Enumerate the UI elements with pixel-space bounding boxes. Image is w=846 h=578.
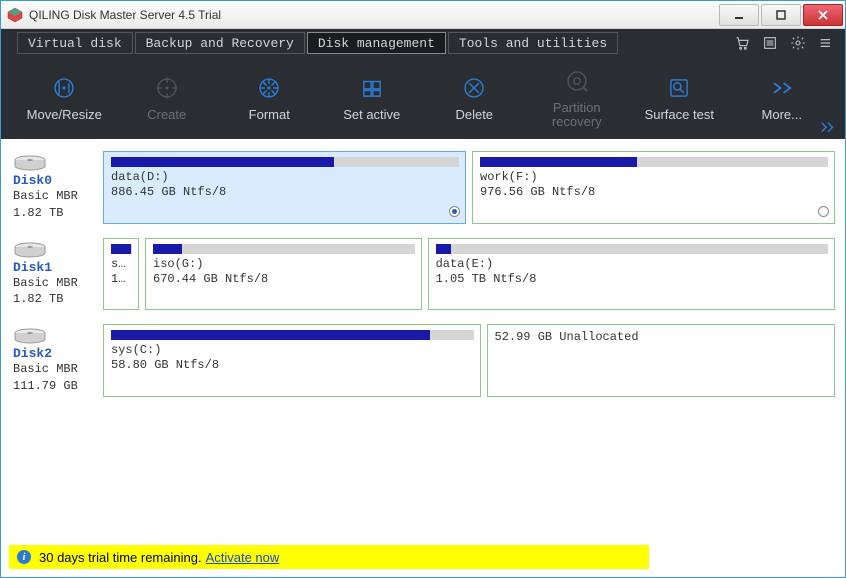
move-resize-icon: [50, 74, 78, 102]
toolbar: Move/Resize Create Format Set active Delete P…: [1, 57, 845, 139]
usage-bar: [111, 330, 474, 340]
disk-size: 1.82 TB: [13, 205, 99, 222]
toolbar-label: Delete: [455, 108, 493, 123]
partition-label: sys(C:): [111, 343, 474, 358]
disk-list: Disk0Basic MBR1.82 TBdata(D:)886.45 GB N…: [1, 139, 845, 549]
disk-size: 1.82 TB: [13, 291, 99, 308]
tab-virtual-disk[interactable]: Virtual disk: [17, 32, 133, 54]
more-icon: [768, 74, 796, 102]
partition-label: iso(G:): [153, 257, 415, 272]
partition-label: work(F:): [480, 170, 828, 185]
set-active-button[interactable]: Set active: [321, 74, 424, 123]
toolbar-label: Set active: [343, 108, 400, 123]
gear-icon[interactable]: [787, 32, 809, 54]
format-button[interactable]: Format: [218, 74, 321, 123]
disk-row: Disk0Basic MBR1.82 TBdata(D:)886.45 GB N…: [11, 151, 835, 224]
disk-name: Disk1: [13, 260, 99, 275]
trial-status-bar: i 30 days trial time remaining. Activate…: [9, 545, 649, 569]
disk-type: Basic MBR: [13, 361, 99, 378]
usage-bar: [153, 244, 415, 254]
maximize-button[interactable]: [761, 4, 801, 26]
tab-backup-and-recovery[interactable]: Backup and Recovery: [135, 32, 305, 54]
partition[interactable]: data(D:)886.45 GB Ntfs/8: [103, 151, 466, 224]
disk-info: Disk1Basic MBR1.82 TB: [11, 238, 103, 311]
move-resize-button[interactable]: Move/Resize: [13, 74, 116, 123]
drive-icon: [13, 326, 49, 346]
toolbar-label: Partition recovery: [552, 101, 602, 130]
disk-size: 111.79 GB: [13, 378, 99, 395]
set-active-icon: [358, 74, 386, 102]
partition-size: 1.05 TB Ntfs/8: [436, 272, 828, 287]
partition-recovery-button: Partition recovery: [526, 67, 629, 130]
disk-name: Disk0: [13, 173, 99, 188]
partition-radio[interactable]: [449, 206, 460, 217]
expand-icon[interactable]: [819, 121, 837, 135]
partition[interactable]: iso(G:)670.44 GB Ntfs/8: [145, 238, 422, 311]
close-button[interactable]: [803, 4, 843, 26]
disk-row: Disk1Basic MBR1.82 TBs...1...iso(G:)670.…: [11, 238, 835, 311]
partition-label: 52.99 GB Unallocated: [495, 330, 829, 345]
partition[interactable]: s...1...: [103, 238, 139, 311]
partition[interactable]: sys(C:)58.80 GB Ntfs/8: [103, 324, 481, 397]
usage-bar: [111, 157, 459, 167]
menu-bar: Virtual diskBackup and RecoveryDisk mana…: [1, 29, 845, 57]
info-icon: i: [17, 550, 31, 564]
drive-icon: [13, 240, 49, 260]
disk-info: Disk2Basic MBR111.79 GB: [11, 324, 103, 397]
partition-recovery-icon: [563, 67, 591, 95]
activate-link[interactable]: Activate now: [206, 550, 280, 565]
usage-bar: [111, 244, 132, 254]
partition-label: s...: [111, 257, 132, 272]
trial-status-text: 30 days trial time remaining.: [39, 550, 202, 565]
more-button[interactable]: More...: [731, 74, 834, 123]
title-bar: QILING Disk Master Server 4.5 Trial: [1, 1, 845, 29]
partition[interactable]: data(E:)1.05 TB Ntfs/8: [428, 238, 835, 311]
partition-label: data(E:): [436, 257, 828, 272]
partition-size: 1...: [111, 272, 132, 287]
toolbar-label: Move/Resize: [27, 108, 102, 123]
drive-icon: [13, 153, 49, 173]
toolbar-label: More...: [762, 108, 802, 123]
delete-button[interactable]: Delete: [423, 74, 526, 123]
menu-drop-icon[interactable]: [815, 32, 837, 54]
delete-icon: [460, 74, 488, 102]
list-icon[interactable]: [759, 32, 781, 54]
toolbar-label: Format: [249, 108, 290, 123]
app-logo-icon: [7, 7, 23, 23]
disk-info: Disk0Basic MBR1.82 TB: [11, 151, 103, 224]
disk-type: Basic MBR: [13, 188, 99, 205]
format-icon: [255, 74, 283, 102]
partition-size: 886.45 GB Ntfs/8: [111, 185, 459, 200]
partition[interactable]: 52.99 GB Unallocated: [487, 324, 836, 397]
surface-test-button[interactable]: Surface test: [628, 74, 731, 123]
cart-icon[interactable]: [731, 32, 753, 54]
toolbar-label: Surface test: [645, 108, 714, 123]
disk-row: Disk2Basic MBR111.79 GBsys(C:)58.80 GB N…: [11, 324, 835, 397]
tab-tools-and-utilities[interactable]: Tools and utilities: [448, 32, 618, 54]
create-icon: [153, 74, 181, 102]
partition-size: 976.56 GB Ntfs/8: [480, 185, 828, 200]
surface-test-icon: [665, 74, 693, 102]
partition-label: data(D:): [111, 170, 459, 185]
disk-name: Disk2: [13, 346, 99, 361]
usage-bar: [436, 244, 828, 254]
toolbar-label: Create: [147, 108, 186, 123]
window-title: QILING Disk Master Server 4.5 Trial: [29, 8, 719, 22]
partition-radio[interactable]: [818, 206, 829, 217]
disk-type: Basic MBR: [13, 275, 99, 292]
partition-size: 58.80 GB Ntfs/8: [111, 358, 474, 373]
partition[interactable]: work(F:)976.56 GB Ntfs/8: [472, 151, 835, 224]
minimize-button[interactable]: [719, 4, 759, 26]
usage-bar: [480, 157, 828, 167]
partition-size: 670.44 GB Ntfs/8: [153, 272, 415, 287]
create-button: Create: [116, 74, 219, 123]
tab-disk-management[interactable]: Disk management: [307, 32, 446, 54]
